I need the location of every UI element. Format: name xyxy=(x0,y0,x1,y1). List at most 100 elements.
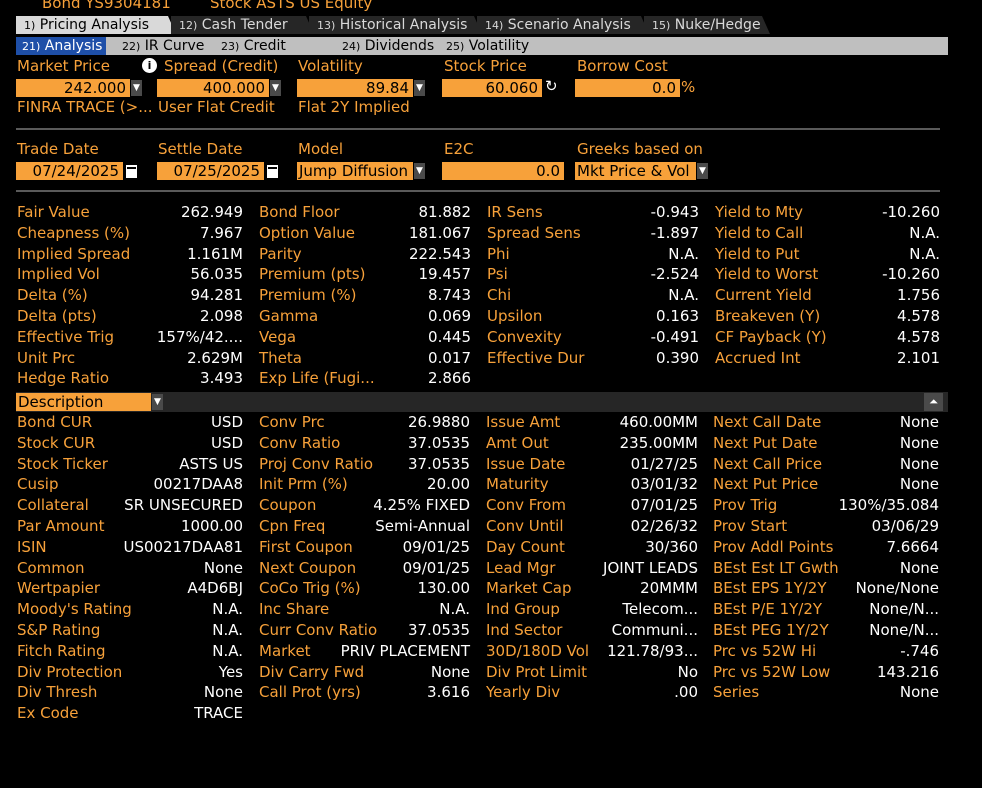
metrics-value: 262.949 xyxy=(180,203,243,221)
metrics-value: 2.101 xyxy=(897,348,940,367)
chevron-down-icon[interactable]: ▼ xyxy=(270,80,281,96)
metrics-value: 222.543 xyxy=(408,244,471,263)
metrics-label: Yield to Worst xyxy=(715,265,819,284)
chevron-down-icon[interactable]: ▼ xyxy=(414,163,425,179)
desc-value: N.A. xyxy=(212,621,243,639)
metrics-value: 0.163 xyxy=(656,307,699,325)
e2c-input[interactable]: 0.0 xyxy=(442,162,564,180)
desc-label: Yearly Div xyxy=(486,683,561,702)
metrics-label: Effective Trig xyxy=(17,327,115,346)
desc-value: 07/01/25 xyxy=(630,496,698,515)
metrics-value: 2.098 xyxy=(200,307,243,325)
tab-num: 12) xyxy=(179,19,198,32)
subtab-analysis[interactable]: 21) Analysis xyxy=(16,37,106,55)
chevron-down-icon[interactable]: ▼ xyxy=(414,80,425,96)
divider xyxy=(16,128,940,130)
desc-value: None xyxy=(899,475,939,494)
calendar-icon[interactable] xyxy=(125,164,138,179)
metrics-label: Breakeven (Y) xyxy=(715,307,821,325)
refresh-icon[interactable]: ↻ xyxy=(545,77,558,95)
tab-cash-tender[interactable]: 12) Cash Tender xyxy=(171,16,314,34)
desc-value: -.746 xyxy=(900,641,939,660)
metrics-label: Premium (pts) xyxy=(259,265,366,284)
metrics-value: 0.017 xyxy=(428,348,471,367)
desc-value: 03/01/32 xyxy=(630,475,698,494)
desc-label: Prov Trig xyxy=(713,496,778,515)
volatility-label: Volatility xyxy=(298,57,363,75)
desc-value: None xyxy=(899,558,939,577)
metrics-label: Gamma xyxy=(259,307,319,325)
chevron-down-icon[interactable]: ▼ xyxy=(152,394,163,410)
metrics-label: Delta (pts) xyxy=(17,307,97,325)
settle-date-input[interactable]: 07/25/2025 xyxy=(157,162,264,180)
desc-label: Day Count xyxy=(486,537,565,556)
metrics-value: 181.067 xyxy=(408,223,471,242)
collapse-icon[interactable]: ⏶ xyxy=(924,393,943,411)
metrics-value: N.A. xyxy=(668,286,699,305)
metrics-label: Option Value xyxy=(259,223,356,242)
market-price-input[interactable]: 242.000 xyxy=(16,79,130,97)
tab-pricing-analysis[interactable]: 1) Pricing Analysis xyxy=(16,16,176,34)
divider xyxy=(16,190,940,192)
tab-nuke-hedge[interactable]: 15) Nuke/Hedge xyxy=(644,16,770,34)
subtab-dividends[interactable]: 24) Dividends xyxy=(336,37,447,55)
tab-num: 1) xyxy=(24,19,36,32)
desc-label: Cusip xyxy=(17,475,59,494)
subtab-label: Dividends xyxy=(364,38,435,54)
chevron-down-icon[interactable]: ▼ xyxy=(131,80,142,96)
desc-value: None xyxy=(899,683,939,702)
desc-label: Lead Mgr xyxy=(486,558,556,577)
model-select[interactable]: Jump Diffusion xyxy=(297,162,413,180)
desc-value: 235.00MM xyxy=(619,433,698,452)
main-tabs: 1) Pricing Analysis 12) Cash Tender 13) … xyxy=(16,16,946,34)
desc-label: Stock CUR xyxy=(17,433,96,452)
greeks-select[interactable]: Mkt Price & Vol xyxy=(575,162,696,180)
desc-label: Market xyxy=(259,641,311,660)
desc-value: N.A. xyxy=(439,600,470,619)
tab-scenario-analysis[interactable]: 14) Scenario Analysis xyxy=(477,16,649,34)
spread-input[interactable]: 400.000 xyxy=(157,79,269,97)
desc-label: Issue Date xyxy=(486,454,566,473)
metrics-value: 19.457 xyxy=(418,265,472,284)
desc-label: Conv Until xyxy=(486,517,564,535)
desc-label: Prov Start xyxy=(713,517,788,535)
metrics-label: Theta xyxy=(259,348,302,367)
tab-historical-analysis[interactable]: 13) Historical Analysis xyxy=(309,16,482,34)
info-icon[interactable]: i xyxy=(142,58,157,73)
volatility-input[interactable]: 89.84 xyxy=(297,79,413,97)
metrics-value: 3.493 xyxy=(200,369,243,388)
description-select[interactable]: Description xyxy=(16,393,151,411)
desc-value: 20.00 xyxy=(427,475,470,494)
desc-label: Div Thresh xyxy=(17,683,98,702)
calendar-icon[interactable] xyxy=(266,164,279,179)
desc-label: Ind Group xyxy=(486,600,560,619)
greeks-label: Greeks based on xyxy=(577,140,703,158)
desc-value: 20MMM xyxy=(640,579,698,598)
borrow-cost-input[interactable]: 0.0 xyxy=(575,79,680,97)
desc-value: 121.78/93... xyxy=(607,641,698,660)
desc-label: CoCo Trig (%) xyxy=(259,579,361,598)
desc-value: None/N... xyxy=(869,621,939,639)
metrics-label: IR Sens xyxy=(487,203,543,221)
desc-label: Div Protection xyxy=(17,662,123,681)
spread-label: Spread (Credit) xyxy=(164,57,279,75)
subtab-num: 23) xyxy=(221,40,240,53)
trade-date-input[interactable]: 07/24/2025 xyxy=(16,162,123,180)
subtab-volatility[interactable]: 25) Volatility xyxy=(440,37,551,55)
desc-label: Amt Out xyxy=(486,433,549,452)
subtab-ir-curve[interactable]: 22) IR Curve xyxy=(116,37,212,55)
metrics-label: Spread Sens xyxy=(487,223,581,242)
stock-price-input[interactable]: 60.060 xyxy=(442,79,542,97)
desc-value: 00217DAA8 xyxy=(153,475,244,494)
desc-value: 01/27/25 xyxy=(630,454,698,473)
desc-label: Fitch Rating xyxy=(17,641,106,660)
desc-label: Next Call Date xyxy=(713,413,822,431)
desc-value: 7.6664 xyxy=(886,537,940,556)
metrics-label: Psi xyxy=(487,265,508,284)
chevron-down-icon[interactable]: ▼ xyxy=(697,163,708,179)
desc-label: BEst Est LT Gwth xyxy=(713,558,839,577)
subtab-credit-curve[interactable]: 23) Credit Curve xyxy=(215,37,331,73)
metrics-value: 2.629M xyxy=(187,348,243,367)
desc-value: USD xyxy=(210,413,243,431)
desc-value: 03/06/29 xyxy=(871,517,939,535)
